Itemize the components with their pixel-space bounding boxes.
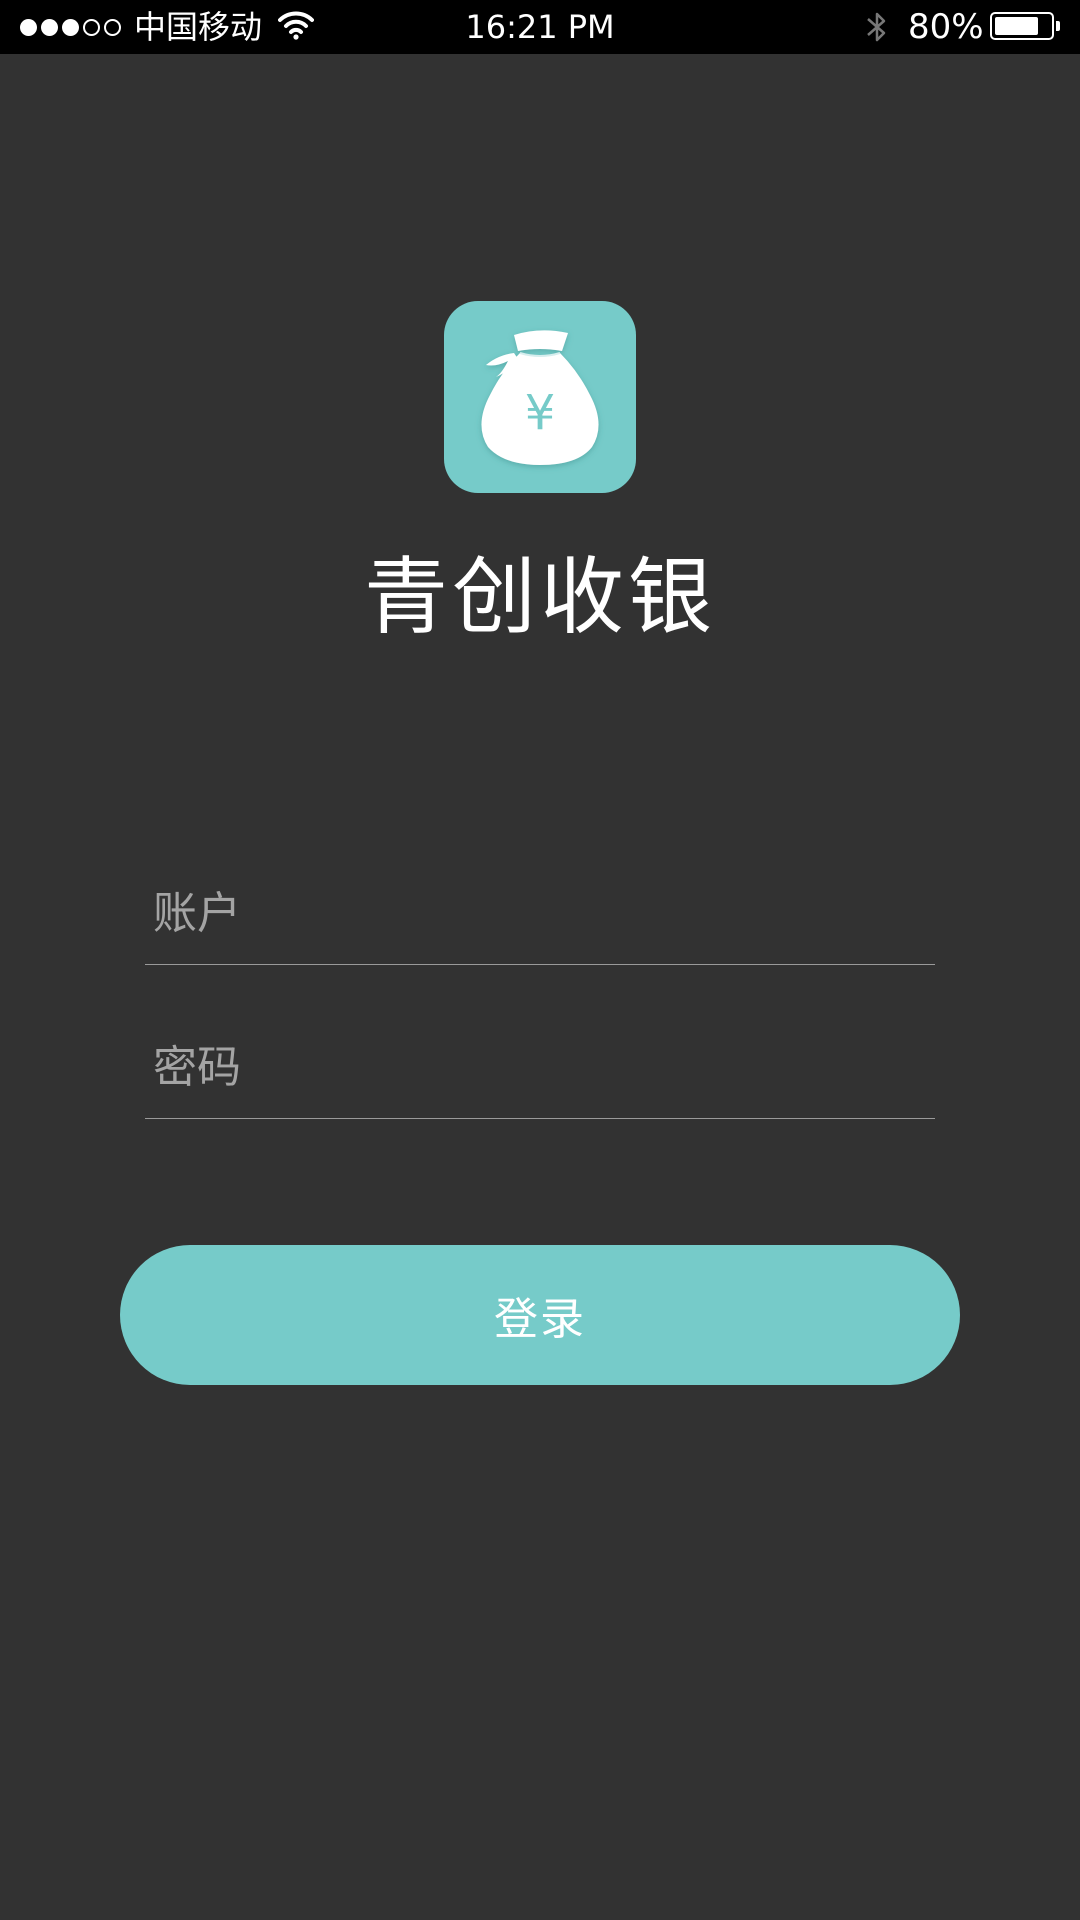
app-title: 青创收银 <box>363 548 716 646</box>
battery-cap <box>1056 21 1060 31</box>
battery-icon <box>990 12 1054 40</box>
money-bag-icon: ¥ <box>481 330 599 465</box>
password-input[interactable] <box>153 1018 913 1116</box>
account-field[interactable] <box>145 864 935 965</box>
account-input[interactable] <box>153 864 913 962</box>
password-field[interactable] <box>145 1018 935 1119</box>
status-bar: 中国移动 16:21 PM 80% <box>0 0 1080 54</box>
battery-level-fill <box>995 17 1038 35</box>
app-logo: ¥ <box>444 301 636 493</box>
yen-symbol: ¥ <box>525 385 556 441</box>
login-button[interactable]: 登录 <box>120 1245 960 1385</box>
battery-percentage: 80% <box>908 7 984 47</box>
bluetooth-icon <box>864 8 890 50</box>
